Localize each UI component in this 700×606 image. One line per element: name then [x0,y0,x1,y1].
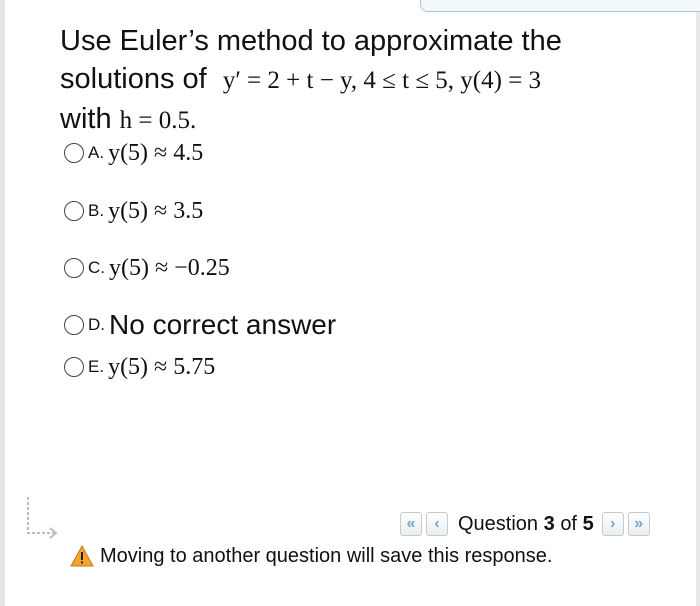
option-b-letter: B. [88,201,105,220]
warning-text: Moving to another question will save thi… [100,544,553,567]
top-panel-tab [420,0,700,12]
option-b[interactable]: B. y(5) ≈ 3.5 [64,194,203,228]
question-line-3: with h = 0.5. [60,100,680,140]
option-e-value: y(5) ≈ 5.75 [108,353,216,380]
radio-option-a[interactable] [64,143,84,163]
first-question-icon[interactable]: « [400,512,422,536]
option-a[interactable]: A. y(5) ≈ 4.5 [64,136,203,170]
radio-option-d[interactable] [64,315,84,335]
question-total-number: 5 [582,512,594,535]
option-c-letter: C. [88,258,105,277]
option-e[interactable]: E. y(5) ≈ 5.75 [64,350,215,384]
question-prompt: Use Euler’s method to approximate the so… [60,22,680,140]
question-equation: y′ = 2 + t − y, 4 ≤ t ≤ 5, y(4) = 3 [222,67,542,94]
question-current-number: 3 [543,512,555,535]
question-counter-of: of [560,512,577,535]
option-e-letter: E. [88,357,105,376]
question-line-1: Use Euler’s method to approximate the [60,25,562,57]
previous-question-icon[interactable]: ‹ [426,512,448,536]
question-counter-prefix: Question [458,512,539,535]
right-frame-edge [696,0,700,606]
question-line-2: solutions of y′ = 2 + t − y, 4 ≤ t ≤ 5, … [60,60,680,100]
next-question-icon[interactable]: › [601,512,624,536]
question-line-2-text: solutions of [60,63,207,95]
question-counter: Question 3 of 5 [458,513,594,536]
return-arrow-icon [27,497,58,539]
question-line-3-text: with [60,103,112,135]
option-d[interactable]: D. No correct answer [64,308,336,342]
option-c[interactable]: C. y(5) ≈ −0.25 [64,251,230,285]
radio-option-c[interactable] [64,258,84,278]
last-question-icon[interactable]: » [627,512,650,536]
option-d-letter: D. [88,315,105,334]
question-navigation: « ‹ Question 3 of 5 › » [400,510,654,538]
option-a-letter: A. [88,143,105,162]
radio-option-e[interactable] [64,357,84,377]
left-frame-edge [0,0,5,606]
option-a-value: y(5) ≈ 4.5 [108,139,204,166]
option-d-value: No correct answer [109,309,337,340]
radio-option-b[interactable] [64,201,84,221]
question-step-size: h = 0.5. [119,107,197,134]
option-c-value: y(5) ≈ −0.25 [109,254,230,281]
option-b-value: y(5) ≈ 3.5 [108,197,204,224]
warning-icon [70,545,94,567]
save-warning: Moving to another question will save thi… [70,543,552,569]
